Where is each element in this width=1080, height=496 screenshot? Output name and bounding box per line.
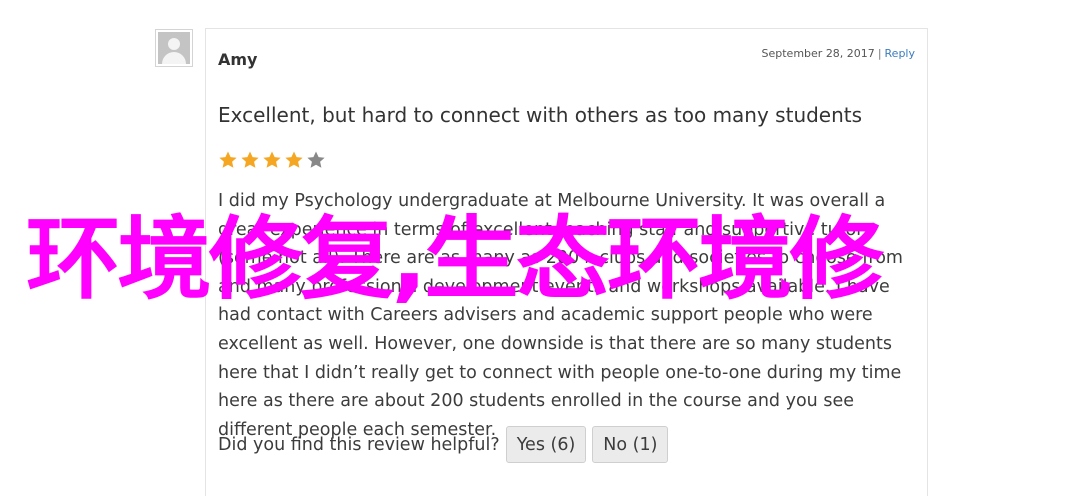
reply-link[interactable]: Reply	[885, 47, 915, 60]
review-card: Amy September 28, 2017 | Reply Excellent, …	[205, 28, 928, 496]
star-filled-icon	[240, 150, 260, 170]
review-body: I did my Psychology undergraduate at Mel…	[218, 191, 903, 440]
helpful-question: Did you find this review helpful?	[218, 434, 500, 455]
helpful-no-button[interactable]: No (1)	[592, 426, 669, 463]
review-meta: September 28, 2017 | Reply	[762, 47, 915, 60]
star-empty-icon	[306, 150, 326, 170]
star-filled-icon	[262, 150, 282, 170]
star-rating	[218, 150, 326, 170]
star-filled-icon	[218, 150, 238, 170]
review-title: Excellent, but hard to connect with othe…	[218, 103, 863, 127]
avatar	[155, 29, 193, 67]
default-user-avatar-icon	[158, 32, 190, 64]
star-filled-icon	[284, 150, 304, 170]
helpful-prompt: Did you find this review helpful? Yes (6…	[218, 426, 669, 463]
meta-separator: |	[877, 47, 882, 60]
review-page: Amy September 28, 2017 | Reply Excellent, …	[0, 0, 1080, 496]
helpful-yes-button[interactable]: Yes (6)	[505, 426, 587, 463]
review-date: September 28, 2017	[761, 47, 875, 60]
review-author: Amy	[218, 50, 258, 69]
